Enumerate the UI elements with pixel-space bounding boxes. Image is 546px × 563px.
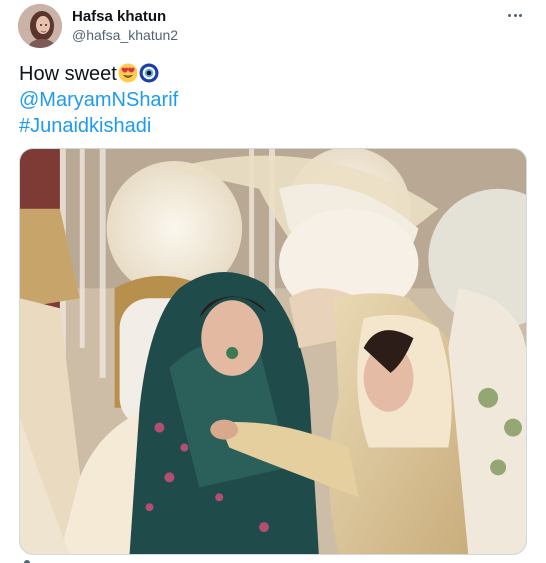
heart-eyes-emoji — [118, 63, 138, 83]
tweet-photo[interactable] — [19, 148, 527, 555]
avatar[interactable] — [18, 4, 62, 48]
author-name[interactable]: Hafsa khatun — [72, 9, 166, 25]
dot — [508, 13, 512, 17]
mention-link[interactable]: @MaryamNSharif — [19, 87, 178, 113]
hashtag-link[interactable]: #Junaidkishadi — [19, 113, 178, 139]
dot — [513, 13, 517, 17]
dot — [518, 13, 522, 17]
nazar-amulet-emoji — [139, 63, 159, 83]
tweet-body: How sweet — [19, 63, 117, 85]
more-options-icon[interactable] — [506, 6, 524, 24]
author-handle[interactable]: @hafsa_khatun2 — [72, 27, 178, 43]
tweet-text: How sweet @MaryamNSharif #Junaidkishadi — [19, 61, 178, 139]
tweet-text-line: How sweet — [19, 61, 178, 87]
tweet-card: Hafsa khatun @hafsa_khatun2 How sweet @M… — [0, 0, 546, 563]
wedding-photo-illustration — [20, 149, 526, 554]
avatar-photo — [18, 4, 62, 48]
